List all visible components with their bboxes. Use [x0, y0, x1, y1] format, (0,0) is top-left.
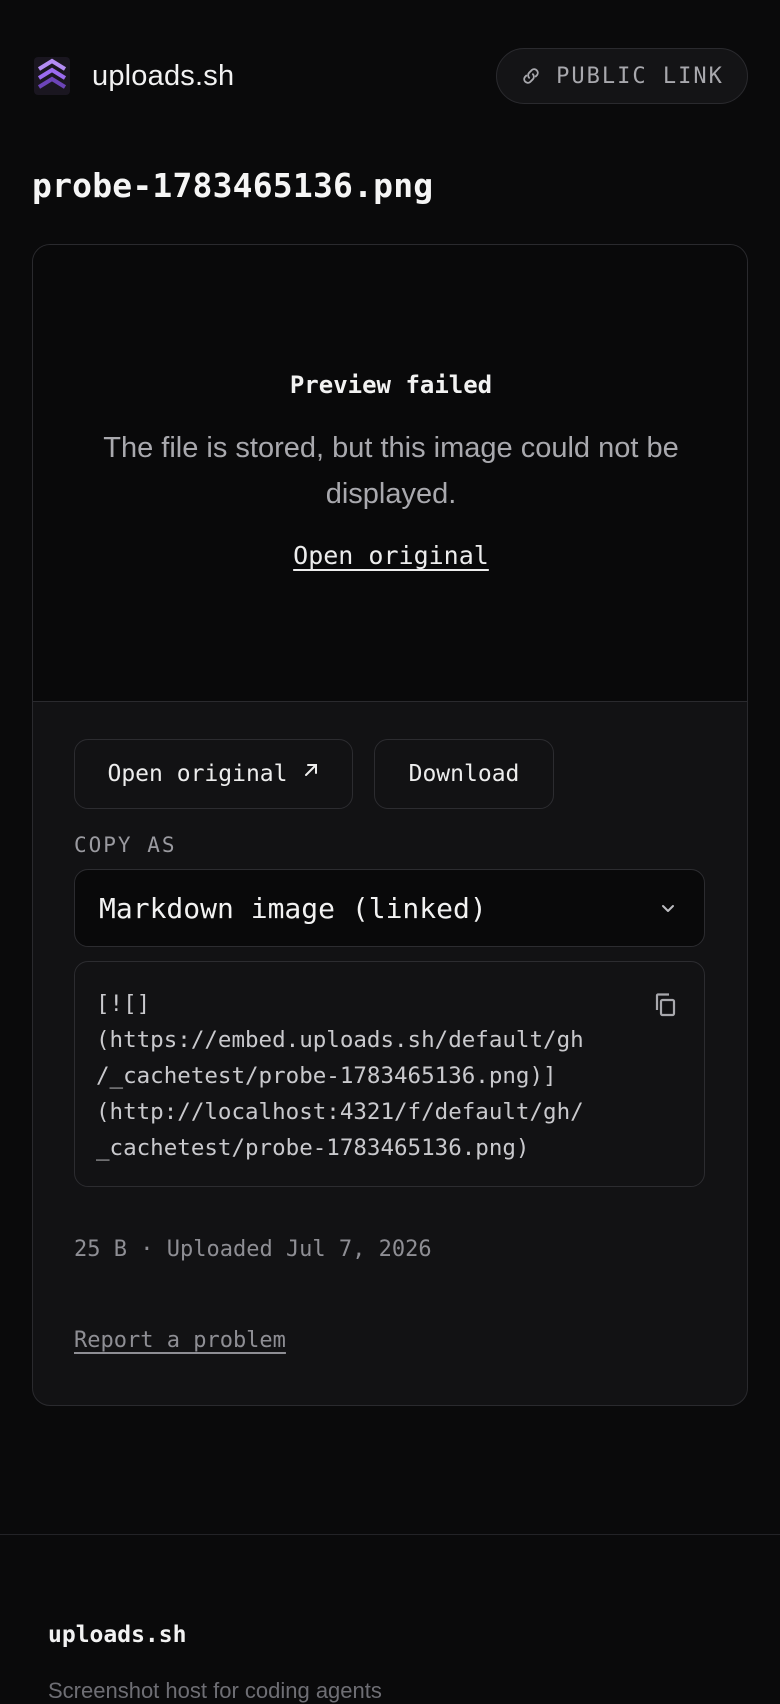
- public-link-label: PUBLIC LINK: [556, 63, 724, 89]
- open-original-button[interactable]: Open original: [74, 739, 353, 809]
- download-button[interactable]: Download: [374, 739, 554, 809]
- file-size: 25 B: [74, 1237, 127, 1262]
- preview-area: Preview failed The file is stored, but t…: [33, 245, 747, 702]
- link-icon: [523, 68, 539, 84]
- file-card: Preview failed The file is stored, but t…: [32, 244, 748, 1406]
- download-label: Download: [408, 761, 520, 787]
- brand-name: uploads.sh: [92, 59, 235, 92]
- chevron-down-icon: [662, 905, 674, 912]
- footer-tagline: Screenshot host for coding agents: [48, 1678, 382, 1703]
- brand[interactable]: uploads.sh: [34, 56, 234, 96]
- open-original-label: Open original: [107, 761, 288, 787]
- copy-snippet-box[interactable]: [![] (https://embed.uploads.sh/default/g…: [74, 961, 705, 1187]
- uploads-logo-icon: [34, 57, 70, 95]
- copy-icon[interactable]: [650, 990, 680, 1020]
- file-title: probe-1783465136.png: [32, 166, 434, 205]
- arrow-up-right-icon: [304, 764, 317, 776]
- footer-divider: [0, 1534, 780, 1535]
- public-link-badge[interactable]: PUBLIC LINK: [496, 48, 748, 104]
- upload-date: Uploaded Jul 7, 2026: [166, 1237, 432, 1262]
- copy-snippet-text[interactable]: [![] (https://embed.uploads.sh/default/g…: [96, 986, 616, 1166]
- copy-format-value: Markdown image (linked): [99, 891, 487, 925]
- copy-as-label: COPY AS: [74, 833, 177, 857]
- file-meta: 25 B · Uploaded Jul 7, 2026: [74, 1237, 432, 1262]
- meta-separator: ·: [140, 1237, 154, 1262]
- copy-format-select[interactable]: Markdown image (linked): [74, 869, 705, 947]
- header: uploads.sh PUBLIC LINK: [0, 0, 780, 155]
- preview-open-original-link[interactable]: Open original: [33, 541, 747, 570]
- report-problem-link[interactable]: Report a problem: [74, 1328, 286, 1353]
- preview-failed-message: The file is stored, but this image could…: [103, 432, 679, 510]
- preview-failed-title: Preview failed: [289, 371, 493, 399]
- footer-brand[interactable]: uploads.sh: [48, 1622, 186, 1648]
